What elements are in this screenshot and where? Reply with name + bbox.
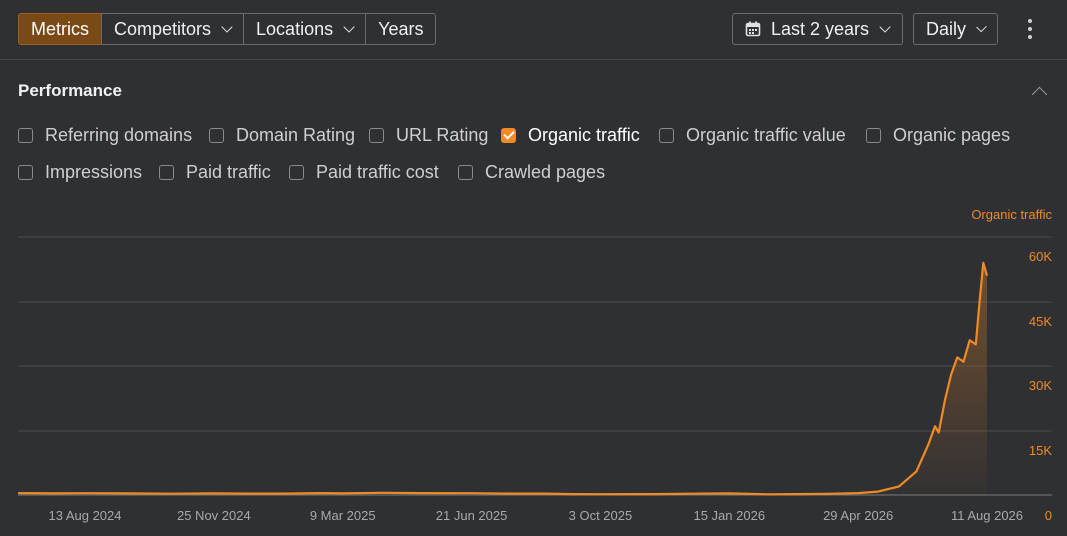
series-area <box>858 262 987 495</box>
tab-locations-label: Locations <box>256 18 334 39</box>
x-tick-label: 11 Aug 2026 <box>951 508 1023 523</box>
x-tick-label: 15 Jan 2026 <box>693 508 765 523</box>
tab-competitors[interactable]: Competitors <box>101 13 245 45</box>
metric-url-rating[interactable]: URL Rating <box>369 124 488 146</box>
granularity-label: Daily <box>926 18 967 39</box>
checkbox[interactable] <box>209 127 224 143</box>
y-tick-label: 15K <box>1029 443 1052 458</box>
metric-organic-traffic-value[interactable]: Organic traffic value <box>659 124 846 146</box>
metric-organic-traffic[interactable]: Organic traffic <box>501 124 640 146</box>
metric-label: Organic pages <box>893 124 1011 145</box>
y-tick-label: 45K <box>1029 314 1052 329</box>
metric-label: Organic traffic value <box>686 124 846 145</box>
x-tick-label: 13 Aug 2024 <box>48 508 121 523</box>
metric-label: URL Rating <box>396 124 489 145</box>
x-tick-label: 9 Mar 2025 <box>310 508 376 523</box>
metric-label: Paid traffic cost <box>316 161 439 182</box>
metric-label: Crawled pages <box>485 161 606 182</box>
metric-label: Impressions <box>45 161 143 182</box>
checkbox[interactable] <box>289 164 304 180</box>
metric-paid-traffic-cost[interactable]: Paid traffic cost <box>289 161 439 183</box>
x-tick-label: 29 Apr 2026 <box>823 508 893 523</box>
tab-years-label: Years <box>378 18 424 39</box>
chevron-down-icon <box>221 20 233 33</box>
metric-referring-domains[interactable]: Referring domains <box>18 124 192 146</box>
metric-domain-rating[interactable]: Domain Rating <box>209 124 355 146</box>
metric-label: Referring domains <box>45 124 193 145</box>
chevron-down-icon <box>976 21 987 32</box>
tab-metrics-label: Metrics <box>31 18 89 39</box>
x-tick-label: 25 Nov 2024 <box>177 508 251 523</box>
y-tick-label: 30K <box>1029 378 1052 393</box>
checkbox-checked[interactable] <box>501 127 516 143</box>
view-tabs: Metrics Competitors Locations Years <box>18 13 437 45</box>
granularity-dropdown[interactable]: Daily <box>913 13 998 45</box>
date-range-label: Last 2 years <box>771 18 870 39</box>
checkbox[interactable] <box>866 127 881 143</box>
more-options-icon[interactable] <box>1025 19 1035 39</box>
x-tick-label: 21 Jun 2025 <box>436 508 508 523</box>
collapse-chevron-icon[interactable] <box>1031 86 1048 103</box>
organic-traffic-chart: 0 15K 30K 45K 60K 13 Aug 2024 25 Nov 2024 9 Mar… <box>18 207 1052 523</box>
toolbar: Metrics Competitors Locations Years Last… <box>0 0 1067 60</box>
y-tick-label: 60K <box>1029 249 1052 264</box>
metric-label: Domain Rating <box>236 124 356 145</box>
checkbox[interactable] <box>159 164 174 180</box>
section-title: Performance <box>18 81 122 100</box>
checkbox[interactable] <box>369 127 384 143</box>
chevron-down-icon <box>343 20 355 33</box>
calendar-icon <box>745 21 761 37</box>
tab-locations[interactable]: Locations <box>243 13 367 45</box>
checkbox[interactable] <box>18 127 33 143</box>
metric-label: Organic traffic <box>528 124 640 145</box>
checkbox[interactable] <box>18 164 33 180</box>
metric-label: Paid traffic <box>186 161 271 182</box>
checkbox[interactable] <box>458 164 473 180</box>
y-axis-label: Organic traffic <box>971 207 1052 222</box>
metric-impressions[interactable]: Impressions <box>18 161 142 183</box>
x-tick-label: 3 Oct 2025 <box>569 508 633 523</box>
series-line-organic-traffic <box>18 261 989 496</box>
tab-metrics[interactable]: Metrics <box>18 13 102 45</box>
checkbox[interactable] <box>659 127 674 143</box>
metric-paid-traffic[interactable]: Paid traffic <box>159 161 271 183</box>
metric-organic-pages[interactable]: Organic pages <box>866 124 1010 146</box>
y-tick-label: 0 <box>1045 508 1052 523</box>
tab-competitors-label: Competitors <box>114 18 212 39</box>
chevron-down-icon <box>879 20 891 33</box>
date-range-dropdown[interactable]: Last 2 years <box>732 13 903 45</box>
tab-years[interactable]: Years <box>365 13 437 45</box>
metric-crawled-pages[interactable]: Crawled pages <box>458 161 605 183</box>
